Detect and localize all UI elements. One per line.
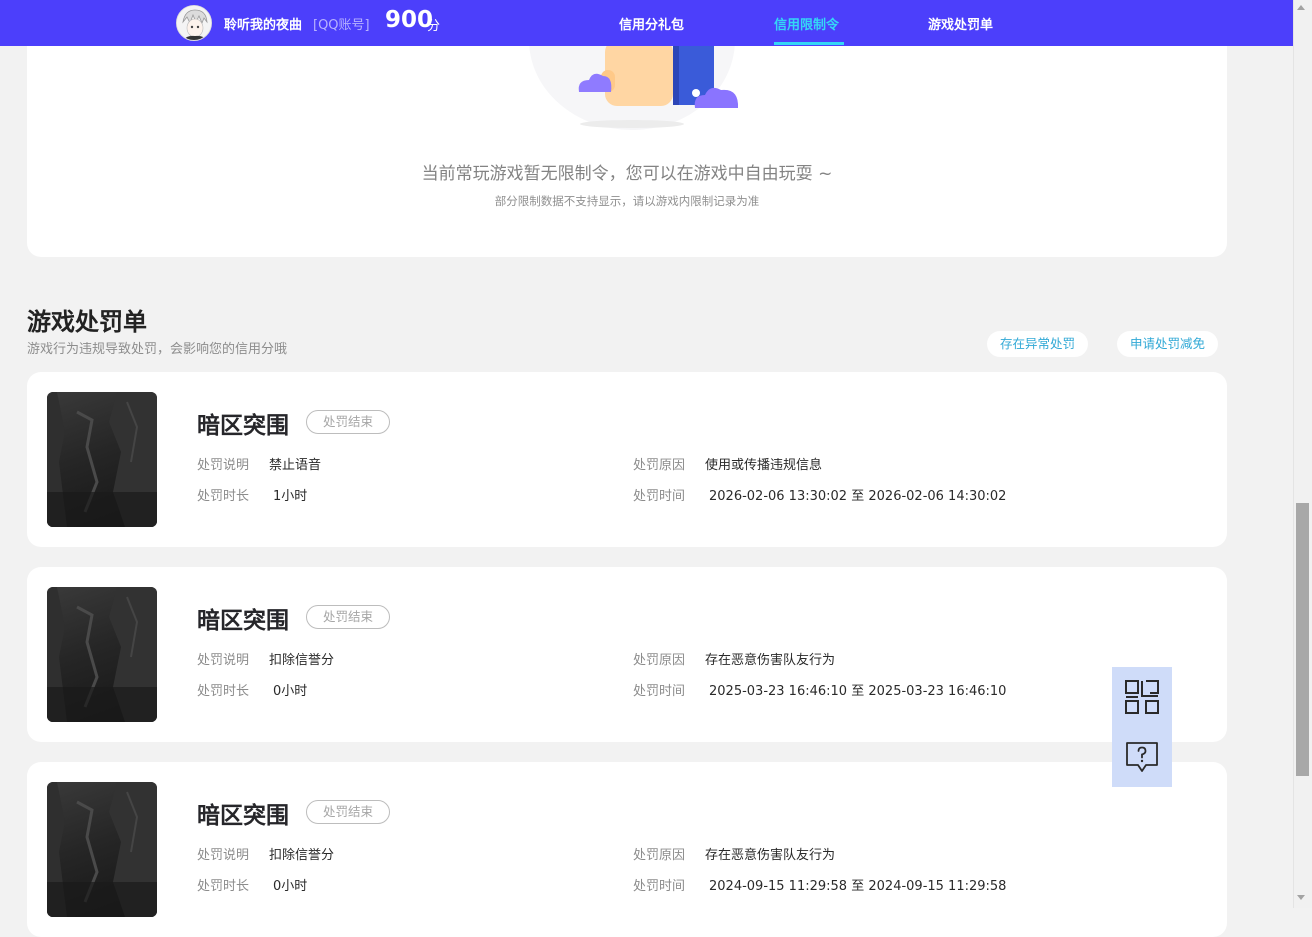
tab-game-punishment[interactable]: 游戏处罚单 (928, 14, 993, 33)
username: 聆听我的夜曲 (224, 18, 303, 33)
to-separator: 至 (851, 489, 865, 504)
scroll-down-icon[interactable] (1297, 895, 1305, 900)
status-badge: 处罚结束 (306, 410, 390, 434)
tab-credit-gift[interactable]: 信用分礼包 (619, 14, 684, 33)
duration-label: 处罚时长 (197, 879, 250, 894)
duration-label: 处罚时长 (197, 684, 250, 699)
status-badge: 处罚结束 (306, 605, 390, 629)
reason-label: 处罚原因 (633, 653, 686, 668)
explain-label: 处罚说明 (197, 458, 250, 473)
time-label: 处罚时间 (633, 489, 686, 504)
game-cover-image (47, 782, 157, 917)
punishment-card: 暗区突围 处罚结束 处罚说明 扣除信誉分 处罚时长 0小时 处罚原因 存在恶意伤… (27, 567, 1227, 742)
qr-code-icon (1125, 680, 1159, 714)
to-separator: 至 (851, 684, 865, 699)
section-title: 游戏处罚单 (27, 308, 147, 336)
section-description: 游戏行为违规导致处罚，会影响您的信用分哦 (27, 342, 288, 357)
apply-reduction-button[interactable]: 申请处罚减免 (1117, 331, 1219, 357)
active-tab-indicator (774, 42, 844, 45)
top-bar: 聆听我的夜曲 [QQ账号] 900 分 信用分礼包 信用限制令 游戏处罚单 (0, 0, 1293, 46)
qr-code-button[interactable] (1112, 667, 1172, 727)
duration-value: 0小时 (273, 684, 308, 699)
end-time: 2024-09-15 11:29:58 (868, 879, 1007, 894)
time-value: 2026-02-06 13:30:02 至 2026-02-06 14:30:0… (709, 485, 1006, 504)
scroll-up-icon[interactable] (1297, 5, 1305, 10)
empty-state-title: 当前常玩游戏暂无限制令，您可以在游戏中自由玩耍 ~ (421, 164, 833, 184)
time-value: 2024-09-15 11:29:58 至 2024-09-15 11:29:5… (709, 875, 1006, 894)
time-label: 处罚时间 (633, 684, 686, 699)
game-cover-image (47, 587, 157, 722)
help-feedback-button[interactable] (1112, 727, 1172, 787)
punishment-card: 暗区突围 处罚结束 处罚说明 扣除信誉分 处罚时长 0小时 处罚原因 存在恶意伤… (27, 762, 1227, 937)
start-time: 2024-09-15 11:29:58 (709, 879, 848, 894)
empty-state-note: 部分限制数据不支持显示，请以游戏内限制记录为准 (494, 194, 760, 208)
duration-value: 1小时 (273, 489, 308, 504)
credit-score: 900 (385, 7, 434, 33)
reason-label: 处罚原因 (633, 848, 686, 863)
end-time: 2026-02-06 14:30:02 (868, 489, 1007, 504)
avatar[interactable] (176, 5, 212, 41)
status-badge: 处罚结束 (306, 800, 390, 824)
explain-value: 禁止语音 (269, 458, 322, 473)
explain-label: 处罚说明 (197, 653, 250, 668)
account-type: [QQ账号] (313, 18, 370, 33)
start-time: 2026-02-06 13:30:02 (709, 489, 848, 504)
to-separator: 至 (851, 879, 865, 894)
reason-value: 存在恶意伤害队友行为 (705, 848, 836, 863)
game-name: 暗区突围 (197, 413, 289, 439)
reason-value: 使用或传播违规信息 (705, 458, 823, 473)
explain-label: 处罚说明 (197, 848, 250, 863)
scroll-thumb[interactable] (1296, 503, 1309, 776)
reason-value: 存在恶意伤害队友行为 (705, 653, 836, 668)
help-chat-icon (1126, 742, 1158, 772)
explain-value: 扣除信誉分 (269, 848, 335, 863)
start-time: 2025-03-23 16:46:10 (709, 684, 848, 699)
game-cover-image (47, 392, 157, 527)
time-value: 2025-03-23 16:46:10 至 2025-03-23 16:46:1… (709, 680, 1006, 699)
score-unit: 分 (427, 19, 441, 34)
tab-credit-restriction[interactable]: 信用限制令 (774, 14, 839, 33)
punishment-card: 暗区突围 处罚结束 处罚说明 禁止语音 处罚时长 1小时 处罚原因 使用或传播违… (27, 372, 1227, 547)
time-label: 处罚时间 (633, 879, 686, 894)
explain-value: 扣除信誉分 (269, 653, 335, 668)
game-name: 暗区突围 (197, 608, 289, 634)
duration-label: 处罚时长 (197, 489, 250, 504)
game-name: 暗区突围 (197, 803, 289, 829)
end-time: 2025-03-23 16:46:10 (868, 684, 1007, 699)
duration-value: 0小时 (273, 879, 308, 894)
scrollbar[interactable] (1293, 0, 1312, 908)
abnormal-punishment-button[interactable]: 存在异常处罚 (987, 331, 1089, 357)
reason-label: 处罚原因 (633, 458, 686, 473)
